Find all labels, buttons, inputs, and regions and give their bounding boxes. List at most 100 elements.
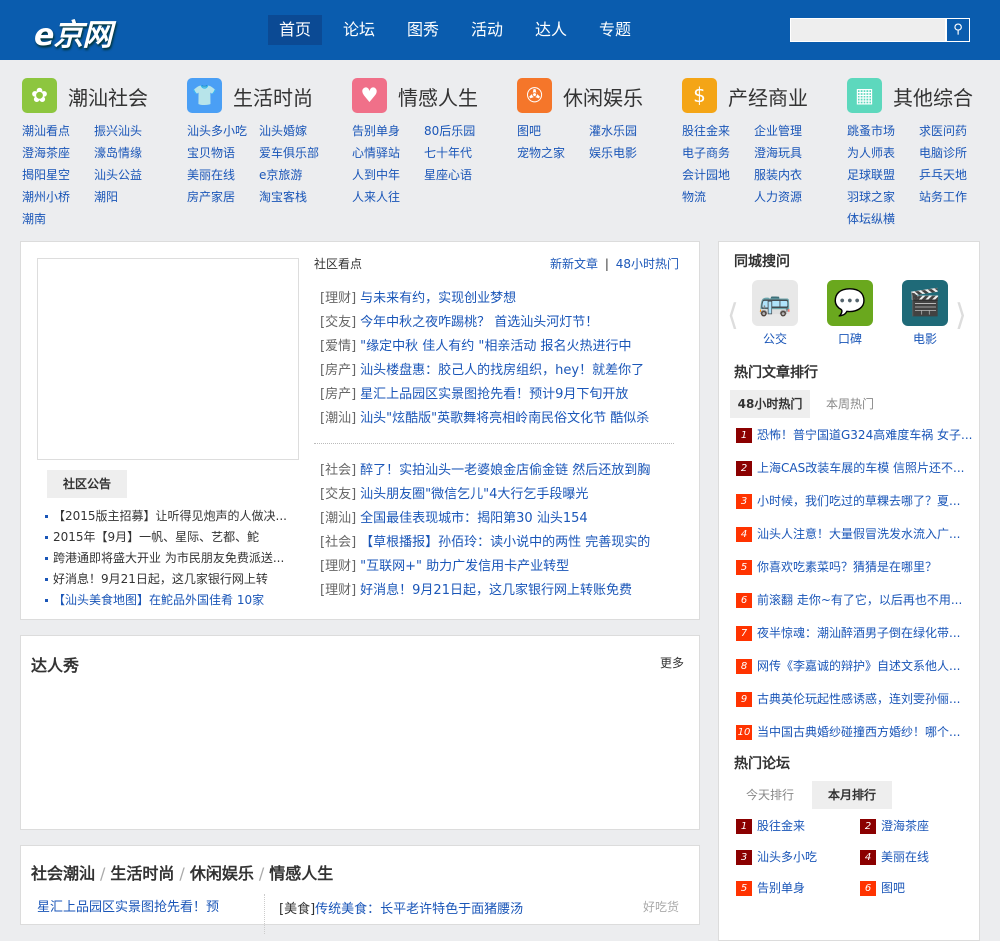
featured-image-slot[interactable] — [37, 258, 299, 460]
category-link[interactable]: 潮南 — [22, 210, 46, 227]
prev-arrow-icon[interactable]: ⟨ — [727, 298, 739, 333]
hot-article[interactable]: 4 汕头人注意！大量假冒洗发水流入广... — [736, 525, 960, 542]
hot-forum[interactable]: 4 美丽在线 — [860, 848, 929, 865]
hot-article-link[interactable]: 前滚翻 走你~有了它，以后再也不用... — [757, 593, 962, 607]
nav-item[interactable]: 达人 — [524, 15, 578, 45]
news-link[interactable]: 全国最佳表现城市：揭阳第30 汕头154 — [360, 511, 588, 526]
channel-tab[interactable]: 社会潮汕 — [31, 864, 95, 883]
category-link[interactable]: 宠物之家 — [517, 144, 565, 161]
category-link[interactable]: 80后乐园 — [424, 122, 475, 139]
tab-week-hot[interactable]: 本周热门 — [810, 390, 890, 418]
hot-forum[interactable]: 3 汕头多小吃 — [736, 848, 817, 865]
category-link[interactable]: 跳蚤市场 — [847, 122, 895, 139]
hot-article-link[interactable]: 恐怖！普宁国道G324高难度车祸 女子... — [757, 428, 972, 442]
channel-right-link[interactable]: 传统美食：长平老许特色于面猪腰汤 — [315, 902, 523, 917]
quick-service-label[interactable]: 电影 — [913, 332, 937, 346]
news-link[interactable]: 醉了！实拍汕头一老婆娘金店偷金链 然后还放到胸 — [360, 463, 650, 478]
category-link[interactable]: 体坛纵横 — [847, 210, 895, 227]
hot-article[interactable]: 10 当中国古典婚纱碰撞西方婚纱！哪个... — [736, 723, 960, 740]
hot-forum[interactable]: 5 告别单身 — [736, 879, 805, 896]
hot-article[interactable]: 5 你喜欢吃素菜吗？猜猜是在哪里？ — [736, 558, 937, 575]
category-link[interactable]: 潮汕看点 — [22, 122, 70, 139]
category-link[interactable]: 星座心语 — [424, 166, 472, 183]
hot-forum[interactable]: 1 股往金来 — [736, 817, 805, 834]
hot-article-link[interactable]: 你喜欢吃素菜吗？猜猜是在哪里？ — [757, 560, 937, 574]
category-link[interactable]: 求医问药 — [919, 122, 967, 139]
hot-48h-link[interactable]: 48小时热门 — [616, 257, 679, 271]
category-title[interactable]: 情感人生 — [398, 82, 478, 111]
hot-article[interactable]: 7 夜半惊魂：潮汕醉酒男子倒在绿化带... — [736, 624, 960, 641]
category-link[interactable]: e京旅游 — [259, 166, 302, 183]
hot-article[interactable]: 1 恐怖！普宁国道G324高难度车祸 女子... — [736, 426, 972, 443]
hot-article-link[interactable]: 上海CAS改装车展的车模 信照片还不... — [757, 461, 964, 475]
category-link[interactable]: 七十年代 — [424, 144, 472, 161]
category-link[interactable]: 为人师表 — [847, 144, 895, 161]
category-link[interactable]: 心情驿站 — [352, 144, 400, 161]
tab-month-rank[interactable]: 本月排行 — [812, 781, 892, 809]
search-button[interactable]: ⚲ — [946, 18, 970, 42]
hot-forum-link[interactable]: 美丽在线 — [881, 850, 929, 864]
news-link[interactable]: 【草根播报】孙佰玲：读小说中的两性 完善现实的 — [360, 535, 650, 550]
tab-48h-hot[interactable]: 48小时热门 — [730, 390, 810, 418]
category-link[interactable]: 羽球之家 — [847, 188, 895, 205]
hot-article[interactable]: 9 古典英伦玩起性感诱惑，连刘雯孙俪... — [736, 690, 960, 707]
category-link[interactable]: 揭阳星空 — [22, 166, 70, 183]
site-logo[interactable]: e京网 — [34, 10, 112, 54]
hot-article[interactable]: 2 上海CAS改装车展的车模 信照片还不... — [736, 459, 964, 476]
news-link[interactable]: 与未来有约，实现创业梦想 — [360, 291, 516, 306]
news-link[interactable]: 好消息！9月21日起，这几家银行网上转账免费 — [360, 583, 632, 598]
notice-item[interactable]: 跨港通即将盛大开业 为市民朋友免费派送... — [45, 549, 284, 566]
hot-article-link[interactable]: 网传《李嘉诚的辩护》自述文系他人... — [757, 659, 960, 673]
notice-item[interactable]: 【2015版主招募】让听得见炮声的人做决... — [45, 507, 287, 524]
category-link[interactable]: 灌水乐园 — [589, 122, 637, 139]
quick-service-label[interactable]: 口碑 — [838, 332, 862, 346]
hot-article-link[interactable]: 古典英伦玩起性感诱惑，连刘雯孙俪... — [757, 692, 960, 706]
hot-article-link[interactable]: 汕头人注意！大量假冒洗发水流入广... — [757, 527, 960, 541]
next-arrow-icon[interactable]: ⟩ — [955, 298, 967, 333]
hot-forum-link[interactable]: 图吧 — [881, 881, 905, 895]
hot-article[interactable]: 3 小时候，我们吃过的草粿去哪了？夏... — [736, 492, 960, 509]
category-link[interactable]: 图吧 — [517, 122, 541, 139]
hot-forum-link[interactable]: 汕头多小吃 — [757, 850, 817, 864]
category-title[interactable]: 产经商业 — [728, 82, 808, 111]
category-link[interactable]: 濠岛情缘 — [94, 144, 142, 161]
category-link[interactable]: 潮州小桥 — [22, 188, 70, 205]
news-link[interactable]: 汕头"炫酷版"英歌舞将亮相岭南民俗文化节 酷似杀 — [360, 411, 649, 426]
notice-item[interactable]: 【汕头美食地图】在鮀品外国佳肴 10家 — [45, 591, 264, 608]
category-link[interactable]: 房产家居 — [187, 188, 235, 205]
hot-forum-link[interactable]: 股往金来 — [757, 819, 805, 833]
category-link[interactable]: 人力资源 — [754, 188, 802, 205]
nav-item[interactable]: 专题 — [588, 15, 642, 45]
category-link[interactable]: 电子商务 — [682, 144, 730, 161]
news-link[interactable]: 汕头楼盘惠：胶己人的找房组织，hey！就差你了 — [360, 363, 644, 378]
category-link[interactable]: 振兴汕头 — [94, 122, 142, 139]
category-link[interactable]: 淘宝客栈 — [259, 188, 307, 205]
notice-item[interactable]: 2015年【9月】一帆、星际、艺都、鮀 — [45, 528, 259, 545]
hot-article-link[interactable]: 小时候，我们吃过的草粿去哪了？夏... — [757, 494, 960, 508]
hot-article-link[interactable]: 当中国古典婚纱碰撞西方婚纱！哪个... — [757, 725, 960, 739]
category-link[interactable]: 服装内衣 — [754, 166, 802, 183]
channel-tab[interactable]: 休闲娱乐 — [190, 864, 254, 883]
more-link[interactable]: 更多 — [660, 654, 684, 671]
quick-service[interactable]: 🎬 电影 — [901, 280, 949, 347]
category-link[interactable]: 电脑诊所 — [919, 144, 967, 161]
channel-left-link[interactable]: 星汇上品园区实景图抢先看！预 — [37, 896, 219, 915]
category-link[interactable]: 娱乐电影 — [589, 144, 637, 161]
category-link[interactable]: 美丽在线 — [187, 166, 235, 183]
nav-item[interactable]: 活动 — [460, 15, 514, 45]
search-input[interactable] — [790, 18, 946, 42]
hot-forum-link[interactable]: 澄海茶座 — [881, 819, 929, 833]
nav-item[interactable]: 首页 — [268, 15, 322, 45]
category-link[interactable]: 汕头公益 — [94, 166, 142, 183]
category-link[interactable]: 物流 — [682, 188, 706, 205]
category-link[interactable]: 告别单身 — [352, 122, 400, 139]
category-link[interactable]: 宝贝物语 — [187, 144, 235, 161]
quick-service-label[interactable]: 公交 — [763, 332, 787, 346]
category-link[interactable]: 站务工作 — [919, 188, 967, 205]
hot-article[interactable]: 8 网传《李嘉诚的辩护》自述文系他人... — [736, 657, 960, 674]
hot-article-link[interactable]: 夜半惊魂：潮汕醉酒男子倒在绿化带... — [757, 626, 960, 640]
new-articles-link[interactable]: 新新文章 — [550, 257, 598, 271]
category-link[interactable]: 澄海茶座 — [22, 144, 70, 161]
channel-tab[interactable]: 生活时尚 — [110, 864, 174, 883]
tab-community-notice[interactable]: 社区公告 — [47, 470, 127, 498]
